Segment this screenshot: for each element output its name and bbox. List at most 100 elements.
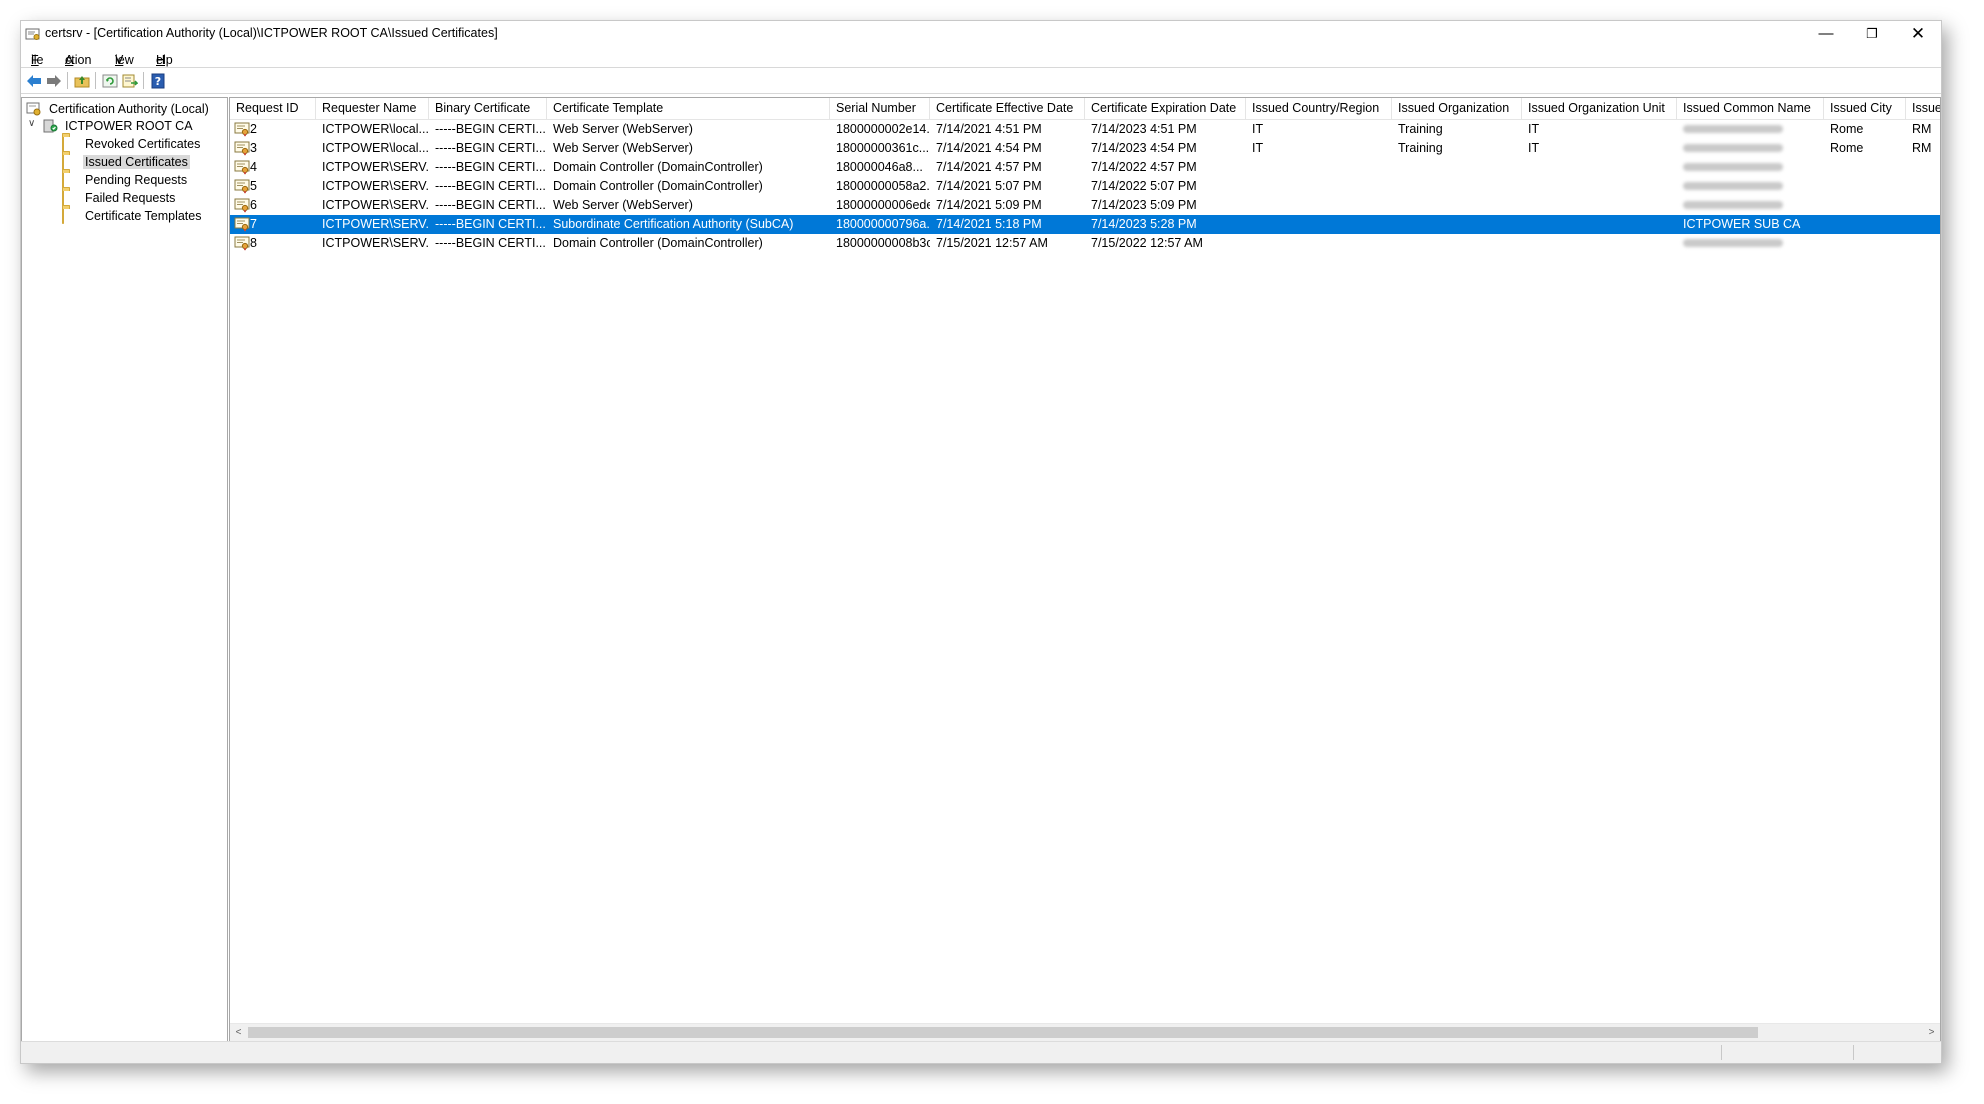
column-header-serial-number[interactable]: Serial Number xyxy=(830,98,930,119)
redacted-text xyxy=(1683,239,1783,247)
cell-organization-unit xyxy=(1522,196,1677,215)
menu-action-label: ction xyxy=(65,53,92,67)
scroll-left-icon[interactable]: < xyxy=(230,1024,247,1041)
table-row[interactable]: 7 ICTPOWER\SERV... -----BEGIN CERTI... Subo… xyxy=(230,215,1940,234)
help-icon[interactable]: ? xyxy=(149,72,167,89)
cell-serial-number: 18000000361c... xyxy=(836,141,930,155)
cell-effective-date: 7/15/2021 12:57 AM xyxy=(936,236,1048,250)
table-row[interactable]: 3 ICTPOWER\local... -----BEGIN CERTI... Web… xyxy=(230,139,1940,158)
title-bar[interactable]: certsrv - [Certification Authority (Loca… xyxy=(21,21,1941,47)
cell-organization-unit: IT xyxy=(1528,122,1540,136)
column-header-request-id[interactable]: Request ID xyxy=(230,98,316,119)
ca-snapin-icon xyxy=(26,102,42,116)
cell-expiration-date: 7/14/2022 4:57 PM xyxy=(1091,160,1197,174)
cell-effective-date: 7/14/2021 4:57 PM xyxy=(936,160,1042,174)
cell-city xyxy=(1824,158,1906,177)
menu-view-label: iew xyxy=(115,53,134,67)
column-header-expiration-date[interactable]: Certificate Expiration Date xyxy=(1085,98,1246,119)
cell-effective-date: 7/14/2021 4:54 PM xyxy=(936,141,1042,155)
scroll-right-icon[interactable]: > xyxy=(1923,1024,1940,1041)
cell-state xyxy=(1906,177,1940,196)
tree-node-certificate-templates[interactable]: Certificate Templates xyxy=(62,207,204,225)
table-row[interactable]: 4 ICTPOWER\SERV... -----BEGIN CERTI... Doma… xyxy=(230,158,1940,177)
forward-arrow-icon[interactable] xyxy=(45,72,63,89)
cell-binary-certificate: -----BEGIN CERTI... xyxy=(435,160,546,174)
folder-icon xyxy=(62,208,78,224)
cell-city xyxy=(1824,177,1906,196)
cell-state xyxy=(1906,215,1940,234)
column-header-common-name[interactable]: Issued Common Name xyxy=(1677,98,1824,119)
cell-expiration-date: 7/14/2023 5:09 PM xyxy=(1091,198,1197,212)
column-header-city[interactable]: Issued City xyxy=(1824,98,1906,119)
cell-request-id: 3 xyxy=(250,141,257,155)
column-header-binary-certificate[interactable]: Binary Certificate xyxy=(429,98,547,119)
refresh-icon[interactable] xyxy=(101,72,119,89)
column-header-certificate-template[interactable]: Certificate Template xyxy=(547,98,830,119)
status-bar xyxy=(21,1041,1941,1063)
cell-serial-number: 18000000006ede... xyxy=(836,198,930,212)
cell-request-id: 4 xyxy=(250,160,257,174)
folder-icon xyxy=(62,154,78,170)
table-row[interactable]: 5 ICTPOWER\SERV... -----BEGIN CERTI... Doma… xyxy=(230,177,1940,196)
svg-text:?: ? xyxy=(155,75,161,88)
restore-button[interactable]: ❐ xyxy=(1849,21,1895,47)
up-folder-icon[interactable] xyxy=(73,72,91,89)
cell-common-name xyxy=(1677,177,1824,196)
tree-node-issued-certificates[interactable]: Issued Certificates xyxy=(62,153,190,171)
table-row[interactable]: 6 ICTPOWER\SERV... -----BEGIN CERTI... Web … xyxy=(230,196,1940,215)
tree-label: Pending Requests xyxy=(85,173,188,187)
cell-effective-date: 7/14/2021 5:09 PM xyxy=(936,198,1042,212)
status-separator xyxy=(1853,1045,1854,1060)
tree-node-revoked-certificates[interactable]: Revoked Certificates xyxy=(62,135,202,153)
cell-certificate-template: Domain Controller (DomainController) xyxy=(553,236,763,250)
cell-organization xyxy=(1392,196,1522,215)
cell-expiration-date: 7/14/2022 5:07 PM xyxy=(1091,179,1197,193)
cell-state xyxy=(1906,196,1940,215)
column-header-effective-date[interactable]: Certificate Effective Date xyxy=(930,98,1085,119)
tree-label: Issued Certificates xyxy=(83,155,190,169)
cell-common-name xyxy=(1677,234,1824,253)
cell-expiration-date: 7/14/2023 4:51 PM xyxy=(1091,122,1197,136)
ca-server-icon xyxy=(42,119,58,133)
minimize-button[interactable]: — xyxy=(1803,21,1849,47)
cell-country-region: IT xyxy=(1252,141,1264,155)
toolbar: ? xyxy=(21,68,1941,94)
folder-icon xyxy=(62,172,78,188)
toolbar-separator xyxy=(143,72,144,89)
tree-label: Failed Requests xyxy=(85,191,176,205)
cell-requester-name: ICTPOWER\SERV... xyxy=(322,236,429,250)
column-header-organization[interactable]: Issued Organization xyxy=(1392,98,1522,119)
cell-serial-number: 18000000058a2... xyxy=(836,179,930,193)
tree-node-pending-requests[interactable]: Pending Requests xyxy=(62,171,189,189)
cell-binary-certificate: -----BEGIN CERTI... xyxy=(435,198,546,212)
column-header-requester-name[interactable]: Requester Name xyxy=(316,98,429,119)
chevron-down-icon[interactable]: ∨ xyxy=(28,118,35,129)
table-row[interactable]: 2 ICTPOWER\local... -----BEGIN CERTI... Web… xyxy=(230,120,1940,139)
tree-node-failed-requests[interactable]: Failed Requests xyxy=(62,189,177,207)
column-header-state[interactable]: Issued xyxy=(1906,98,1940,119)
cell-request-id: 2 xyxy=(250,122,257,136)
console-tree: Certification Authority (Local) ∨ ICTPOW… xyxy=(21,97,228,1042)
cell-organization-unit xyxy=(1522,158,1677,177)
cell-common-name xyxy=(1677,120,1824,139)
back-arrow-icon[interactable] xyxy=(25,72,43,89)
certsrv-app-icon xyxy=(25,26,41,42)
cell-organization: Training xyxy=(1398,141,1443,155)
table-row[interactable]: 8 ICTPOWER\SERV... -----BEGIN CERTI... Doma… xyxy=(230,234,1940,253)
export-list-icon[interactable] xyxy=(121,72,139,89)
tree-node-certification-authority[interactable]: Certification Authority (Local) xyxy=(26,100,211,118)
cell-common-name xyxy=(1677,158,1824,177)
list-header: Request ID Requester Name Binary Certifica… xyxy=(230,98,1940,120)
cell-requester-name: ICTPOWER\SERV... xyxy=(322,198,429,212)
cell-request-id: 7 xyxy=(250,217,257,231)
scrollbar-thumb[interactable] xyxy=(248,1027,1758,1038)
column-header-country-region[interactable]: Issued Country/Region xyxy=(1246,98,1392,119)
close-button[interactable]: ✕ xyxy=(1895,21,1941,47)
cell-binary-certificate: -----BEGIN CERTI... xyxy=(435,179,546,193)
tree-label: Certification Authority (Local) xyxy=(49,102,209,116)
column-header-organization-unit[interactable]: Issued Organization Unit xyxy=(1522,98,1677,119)
horizontal-scrollbar[interactable]: < > xyxy=(230,1023,1940,1041)
cell-effective-date: 7/14/2021 4:51 PM xyxy=(936,122,1042,136)
cell-request-id: 8 xyxy=(250,236,257,250)
cell-binary-certificate: -----BEGIN CERTI... xyxy=(435,236,546,250)
